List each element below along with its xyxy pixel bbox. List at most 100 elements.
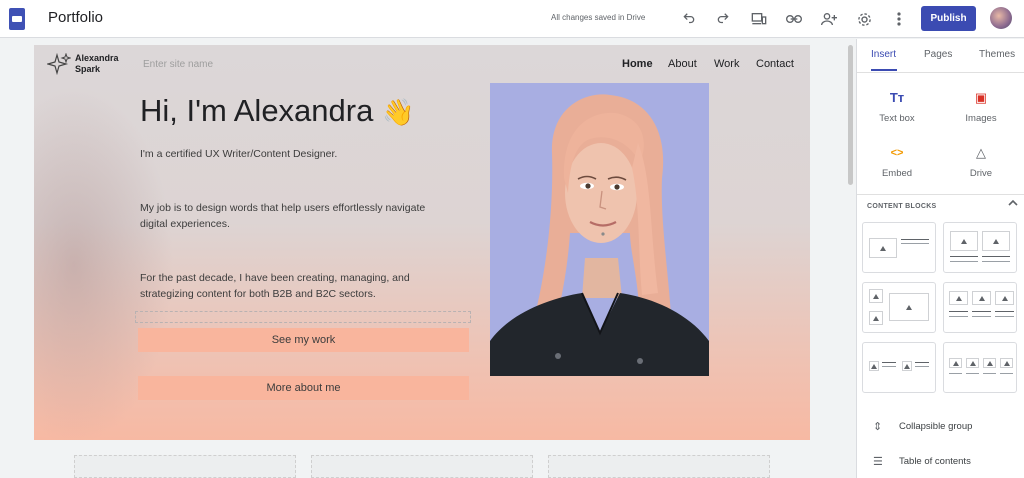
sparkle-logo-icon xyxy=(45,52,72,76)
greeting-text: Hi, I'm Alexandra xyxy=(140,93,374,128)
insert-images-label: Images xyxy=(965,113,997,124)
site-logo-text[interactable]: Alexandra Spark xyxy=(75,53,135,75)
content-block-image-grid[interactable] xyxy=(862,282,936,333)
collapsible-group-label: Collapsible group xyxy=(899,421,973,432)
table-of-contents-icon: ☰ xyxy=(873,456,883,468)
account-avatar[interactable] xyxy=(990,7,1012,29)
mini-image-icon xyxy=(966,358,979,368)
placeholder-block-1[interactable] xyxy=(74,455,296,478)
content-block-two-images[interactable] xyxy=(943,222,1017,273)
mini-image-icon xyxy=(1000,358,1013,368)
nav-work[interactable]: Work xyxy=(714,58,739,70)
mini-image-icon xyxy=(889,293,929,321)
publish-button[interactable]: Publish xyxy=(921,6,976,31)
placeholder-block-2[interactable] xyxy=(311,455,533,478)
insert-text-box-label: Text box xyxy=(879,113,915,124)
page-canvas[interactable]: Alexandra Spark Enter site name Home Abo… xyxy=(34,45,810,478)
share-icon[interactable] xyxy=(817,7,841,31)
preview-icon[interactable] xyxy=(747,7,771,31)
mini-image-icon xyxy=(869,289,883,303)
see-my-work-button[interactable]: See my work xyxy=(138,328,469,352)
mini-image-icon xyxy=(972,291,991,305)
chevron-up-icon[interactable] xyxy=(1008,199,1018,210)
intro-text[interactable]: I'm a certified UX Writer/Content Design… xyxy=(140,148,337,160)
undo-icon[interactable] xyxy=(677,7,701,31)
drop-zone[interactable] xyxy=(135,311,471,323)
waving-hand-icon: 👋 xyxy=(381,97,415,127)
redo-icon[interactable] xyxy=(711,7,735,31)
nav-about[interactable]: About xyxy=(668,58,697,70)
top-bar: Portfolio All changes saved in Drive Pub… xyxy=(0,0,1024,38)
mini-image-icon xyxy=(949,358,962,368)
logo-line-1: Alexandra xyxy=(75,53,119,63)
content-block-image-rows[interactable] xyxy=(862,342,936,393)
mini-line xyxy=(901,239,929,240)
mini-line xyxy=(972,311,991,312)
active-tab-indicator xyxy=(871,69,897,71)
mini-line xyxy=(949,316,968,317)
mini-image-icon xyxy=(869,311,883,325)
more-about-me-button[interactable]: More about me xyxy=(138,376,469,400)
mini-line xyxy=(995,311,1014,312)
insert-drive[interactable]: △ Drive xyxy=(941,144,1021,179)
insert-embed-label: Embed xyxy=(881,168,913,179)
drive-icon: △ xyxy=(976,145,986,160)
mini-image-icon xyxy=(982,231,1010,251)
site-name-input[interactable]: Enter site name xyxy=(143,59,213,70)
tab-pages[interactable]: Pages xyxy=(924,49,952,60)
mini-image-icon xyxy=(949,291,968,305)
mini-image-icon xyxy=(995,291,1014,305)
mini-line xyxy=(983,373,996,374)
mini-line xyxy=(982,256,1010,257)
experience-text[interactable]: For the past decade, I have been creatin… xyxy=(140,270,440,302)
link-icon[interactable] xyxy=(782,7,806,31)
logo-line-2: Spark xyxy=(75,64,101,74)
content-block-four-images[interactable] xyxy=(943,342,1017,393)
mini-image-icon xyxy=(869,238,897,258)
nav-contact[interactable]: Contact xyxy=(756,58,794,70)
mini-line xyxy=(982,261,1010,262)
content-blocks-heading: CONTENT BLOCKS xyxy=(867,203,937,210)
more-icon[interactable] xyxy=(887,7,911,31)
mini-line xyxy=(972,316,991,317)
save-status: All changes saved in Drive xyxy=(551,13,646,22)
profile-photo[interactable] xyxy=(490,83,709,376)
tab-themes[interactable]: Themes xyxy=(979,49,1015,60)
mini-line xyxy=(995,316,1014,317)
sites-app-icon[interactable] xyxy=(9,8,25,30)
placeholder-block-3[interactable] xyxy=(548,455,770,478)
mini-line xyxy=(915,366,929,367)
mini-image-icon xyxy=(869,361,879,371)
mini-line xyxy=(1000,373,1013,374)
insert-drive-label: Drive xyxy=(969,168,993,179)
embed-icon: <> xyxy=(890,147,904,159)
next-section[interactable] xyxy=(34,440,810,478)
job-text[interactable]: My job is to design words that help user… xyxy=(140,200,450,232)
mini-line xyxy=(901,243,929,244)
content-block-three-images[interactable] xyxy=(943,282,1017,333)
insert-embed[interactable]: <> Embed xyxy=(857,144,937,179)
mini-line xyxy=(915,362,929,363)
nav-home[interactable]: Home xyxy=(622,58,653,70)
insert-text-box[interactable]: Tт Text box xyxy=(857,89,937,124)
canvas-scrollbar[interactable] xyxy=(848,45,853,185)
text-box-icon: Tт xyxy=(889,90,905,105)
tab-insert[interactable]: Insert xyxy=(871,49,896,60)
mini-line xyxy=(949,311,968,312)
settings-icon[interactable] xyxy=(852,7,876,31)
hero-section[interactable]: Alexandra Spark Enter site name Home Abo… xyxy=(34,45,810,440)
hero-heading[interactable]: Hi, I'm Alexandra 👋 xyxy=(140,93,414,129)
mini-line xyxy=(882,366,896,367)
insert-images[interactable]: ▣ Images xyxy=(941,89,1021,124)
image-icon: ▣ xyxy=(974,90,988,105)
document-title[interactable]: Portfolio xyxy=(48,9,103,26)
content-block-image-text[interactable] xyxy=(862,222,936,273)
collapsible-group-icon: ⇕ xyxy=(873,421,883,433)
mini-image-icon xyxy=(983,358,996,368)
mini-line xyxy=(966,373,979,374)
table-of-contents-label: Table of contents xyxy=(899,456,971,467)
mini-line xyxy=(950,261,978,262)
side-panel: Insert Pages Themes Tт Text box ▣ Images… xyxy=(856,39,1024,478)
mini-line xyxy=(950,256,978,257)
mini-image-icon xyxy=(950,231,978,251)
